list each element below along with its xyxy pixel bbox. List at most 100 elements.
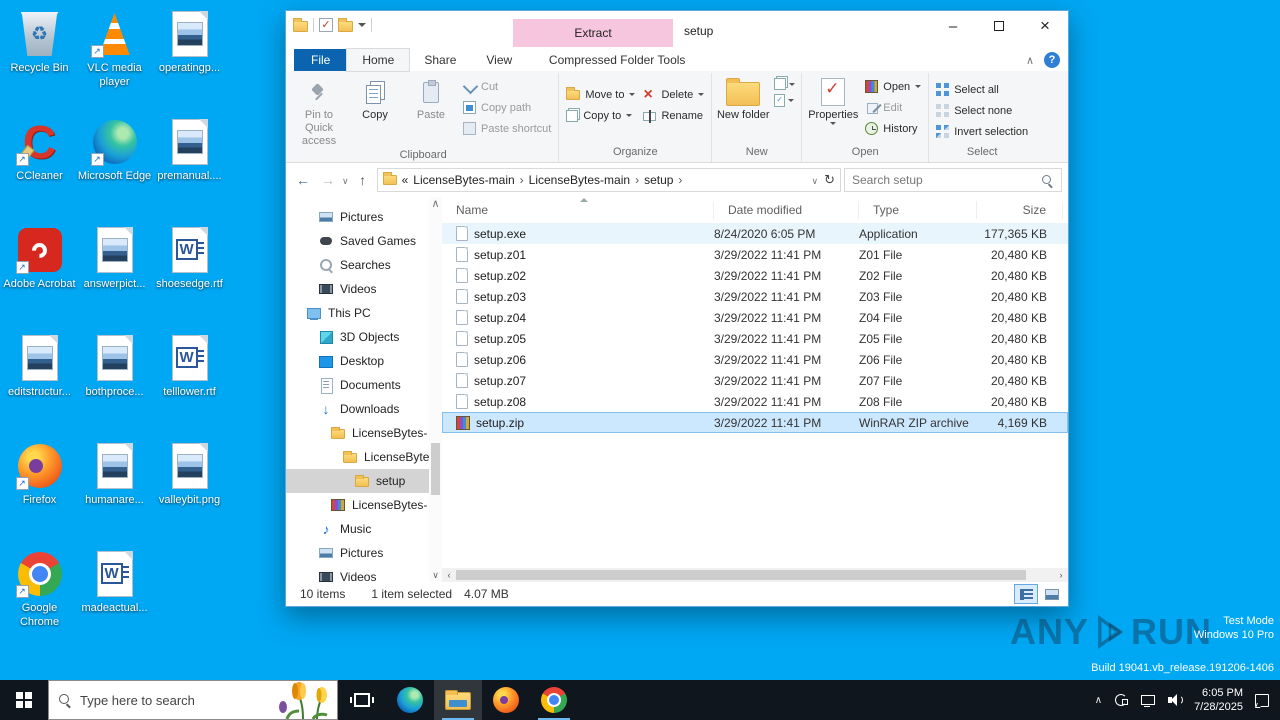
tray-app-icon[interactable] [1113, 692, 1129, 708]
up-button[interactable] [352, 172, 374, 188]
start-button[interactable] [0, 680, 48, 720]
desktop-icon-google-chrome[interactable]: ↗ Google Chrome [2, 546, 77, 654]
nav-scrollbar[interactable]: ∨ [429, 197, 442, 582]
back-button[interactable] [292, 172, 314, 188]
maximize-button[interactable] [976, 11, 1022, 41]
nav-item-desktop[interactable]: Desktop [286, 349, 442, 373]
task-view-button[interactable] [338, 680, 386, 720]
file-row-setup-z07[interactable]: setup.z07 3/29/2022 11:41 PM Z07 File 20,48… [442, 370, 1068, 391]
scroll-up-icon[interactable] [431, 197, 439, 211]
edit-button[interactable]: Edit [861, 97, 925, 118]
details-view-button[interactable] [1014, 584, 1038, 604]
contextual-tab-group-header[interactable]: Extract [513, 19, 673, 47]
desktop-icon-vlc-media-player[interactable]: ↗ VLC media player [77, 6, 152, 114]
desktop-icon-humanare[interactable]: humanare... [77, 438, 152, 546]
taskbar-firefox[interactable] [482, 680, 530, 720]
nav-item-videos[interactable]: Videos [286, 277, 442, 301]
taskbar-search-input[interactable]: Type here to search [48, 680, 338, 720]
nav-item-saved-games[interactable]: Saved Games [286, 229, 442, 253]
column-header-name[interactable]: Name [442, 201, 714, 219]
collapse-ribbon-icon[interactable] [1026, 53, 1034, 67]
tab-view[interactable]: View [471, 49, 527, 71]
desktop-icon-premanual[interactable]: premanual.... [152, 114, 227, 222]
taskbar-edge[interactable] [386, 680, 434, 720]
hidden-icons-chevron-icon[interactable]: ∧ [1095, 695, 1102, 706]
nav-item-this-pc[interactable]: This PC [286, 301, 442, 325]
column-header-size[interactable]: Size [977, 201, 1063, 219]
tab-file[interactable]: File [294, 49, 348, 71]
column-header-type[interactable]: Type [859, 201, 977, 219]
minimize-button[interactable] [930, 11, 976, 41]
qat-new-folder-icon[interactable] [338, 17, 353, 32]
copy-path-button[interactable]: Copy path [459, 97, 555, 118]
nav-item-3d-objects[interactable]: 3D Objects [286, 325, 442, 349]
scrollbar-thumb[interactable] [456, 570, 1026, 580]
recent-locations-chevron-icon[interactable] [342, 173, 349, 187]
desktop-icon-bothproce[interactable]: bothproce... [77, 330, 152, 438]
refresh-icon[interactable] [824, 172, 835, 188]
delete-button[interactable]: Delete [639, 84, 708, 105]
file-row-setup-z03[interactable]: setup.z03 3/29/2022 11:41 PM Z03 File 20,48… [442, 286, 1068, 307]
desktop-icon-editstructur[interactable]: editstructur... [2, 330, 77, 438]
breadcrumb-segment[interactable]: setup [644, 173, 673, 187]
nav-item-licensebytes[interactable]: LicenseBytes- [286, 421, 442, 445]
desktop-icon-microsoft-edge[interactable]: ↗ Microsoft Edge [77, 114, 152, 222]
file-row-setup-z08[interactable]: setup.z08 3/29/2022 11:41 PM Z08 File 20,48… [442, 391, 1068, 412]
file-row-setup-z02[interactable]: setup.z02 3/29/2022 11:41 PM Z02 File 20,48… [442, 265, 1068, 286]
desktop-icon-answerpict[interactable]: answerpict... [77, 222, 152, 330]
nav-item-pictures[interactable]: Pictures [286, 205, 442, 229]
nav-item-licensebytes[interactable]: LicenseBytes- [286, 493, 442, 517]
desktop-icon-valleybit-png[interactable]: valleybit.png [152, 438, 227, 546]
nav-item-pictures[interactable]: Pictures [286, 541, 442, 565]
help-icon[interactable]: ? [1044, 52, 1060, 68]
qat-properties-icon[interactable]: ✓ [319, 18, 333, 32]
scroll-right-icon[interactable] [1054, 570, 1068, 580]
file-row-setup-exe[interactable]: setup.exe 8/24/2020 6:05 PM Application 177… [442, 223, 1068, 244]
tab-compressed-folder-tools[interactable]: Compressed Folder Tools [537, 49, 697, 71]
nav-item-music[interactable]: Music [286, 517, 442, 541]
search-input[interactable]: Search setup [844, 168, 1062, 192]
action-center-icon[interactable] [1254, 692, 1270, 708]
move-to-button[interactable]: Move to [562, 84, 639, 105]
scroll-down-icon[interactable]: ∨ [432, 568, 439, 582]
desktop-icon-ccleaner[interactable]: C ↗ CCleaner [2, 114, 77, 222]
tab-home[interactable]: Home [346, 48, 411, 72]
nav-item-searches[interactable]: Searches [286, 253, 442, 277]
forward-button[interactable] [317, 172, 339, 188]
file-row-setup-z04[interactable]: setup.z04 3/29/2022 11:41 PM Z04 File 20,48… [442, 307, 1068, 328]
tab-share[interactable]: Share [409, 49, 471, 71]
file-row-setup-z06[interactable]: setup.z06 3/29/2022 11:41 PM Z06 File 20,48… [442, 349, 1068, 370]
nav-item-documents[interactable]: Documents [286, 373, 442, 397]
new-folder-button[interactable]: New folder [715, 73, 771, 122]
invert-selection-button[interactable]: Invert selection [932, 121, 1032, 142]
history-button[interactable]: History [861, 118, 925, 139]
properties-button[interactable]: Properties [805, 73, 861, 125]
paste-shortcut-button[interactable]: Paste shortcut [459, 118, 555, 139]
nav-item-setup[interactable]: setup [286, 469, 442, 493]
scroll-left-icon[interactable] [442, 570, 456, 580]
nav-item-licensebyte[interactable]: LicenseByte [286, 445, 442, 469]
paste-button[interactable]: Paste [403, 73, 459, 122]
select-all-button[interactable]: Select all [932, 79, 1032, 100]
desktop-icon-operatingp[interactable]: operatingp... [152, 6, 227, 114]
pin-to-quick-access-button[interactable]: Pin to Quick access [291, 73, 347, 148]
breadcrumb-segment[interactable]: LicenseBytes-main [529, 173, 630, 187]
breadcrumb-segment[interactable]: LicenseBytes-main [413, 173, 514, 187]
open-button[interactable]: Open [861, 76, 925, 97]
qat-customize-chevron-icon[interactable] [358, 23, 366, 27]
volume-icon[interactable] [1167, 692, 1184, 708]
select-none-button[interactable]: Select none [932, 100, 1032, 121]
breadcrumb[interactable]: « LicenseBytes-main LicenseBytes-main setu… [376, 168, 841, 192]
close-button[interactable] [1022, 11, 1068, 41]
new-item-button[interactable] [771, 76, 798, 92]
desktop-icon-recycle-bin[interactable]: ♻ Recycle Bin [2, 6, 77, 114]
desktop-icon-madeactual[interactable]: madeactual... [77, 546, 152, 654]
desktop-icon-adobe-acrobat[interactable]: ↗ Adobe Acrobat [2, 222, 77, 330]
cut-button[interactable]: Cut [459, 76, 555, 97]
nav-item-videos[interactable]: Videos [286, 565, 442, 582]
scrollbar-thumb[interactable] [431, 443, 440, 496]
copy-button[interactable]: Copy [347, 73, 403, 122]
desktop-icon-firefox[interactable]: ↗ Firefox [2, 438, 77, 546]
rename-button[interactable]: Rename [639, 105, 708, 126]
thumbnail-view-button[interactable] [1040, 584, 1064, 604]
